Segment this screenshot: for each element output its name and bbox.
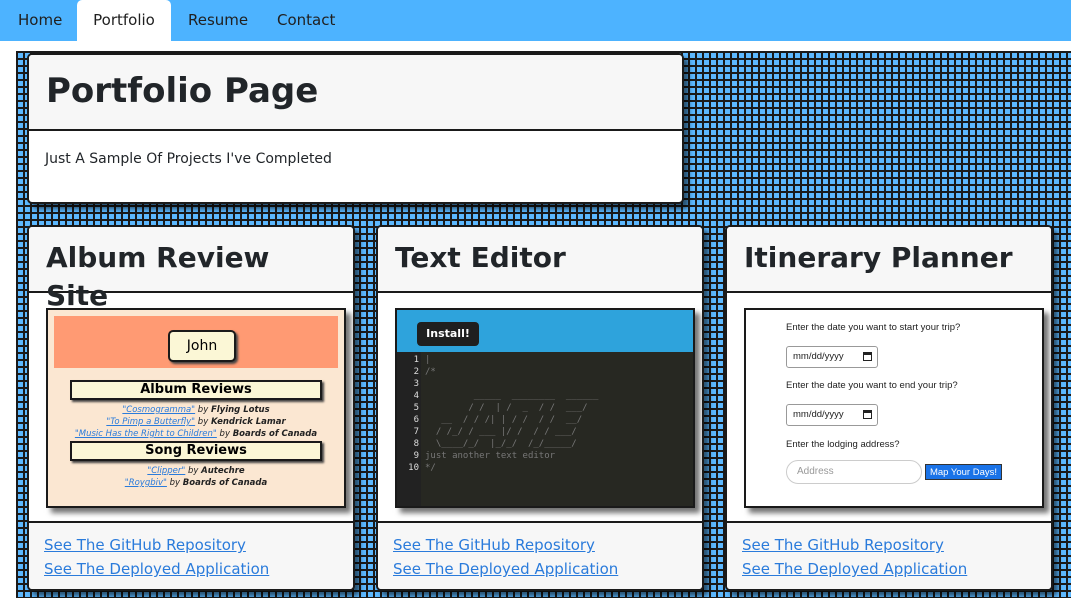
project-title: Album Review Site bbox=[29, 227, 353, 312]
lodging-label: Enter the lodging address? bbox=[786, 439, 900, 450]
github-repo-link[interactable]: See The GitHub Repository bbox=[742, 533, 1036, 557]
album-review-screenshot[interactable]: John Album Reviews "Cosmogramma" by Flyi… bbox=[46, 308, 346, 508]
album-title: "Music Has the Right to Children" bbox=[74, 429, 217, 439]
album-artist: Flying Lotus bbox=[210, 405, 270, 415]
line-number: 9 bbox=[413, 451, 419, 461]
map-your-days-button: Map Your Days! bbox=[925, 464, 1002, 480]
nav-tab-resume[interactable]: Resume bbox=[172, 0, 260, 41]
project-card-text-editor: Text Editor Install! 1 2 3 4 5 6 7 8 9 1… bbox=[376, 225, 704, 591]
install-button: Install! bbox=[417, 322, 479, 346]
line-number: 1 bbox=[413, 355, 419, 365]
page-title: Portfolio Page bbox=[29, 55, 682, 131]
editor-header-bar: Install! bbox=[397, 310, 693, 352]
code-line: just another text editor bbox=[425, 451, 556, 461]
song-reviews-heading: Song Reviews bbox=[70, 441, 322, 461]
album-title: "To Pimp a Butterfly" bbox=[106, 417, 196, 427]
album-artist: Kendrick Lamar bbox=[210, 417, 286, 427]
deployed-app-link[interactable]: See The Deployed Application bbox=[742, 557, 1036, 581]
code-line: __ / / /| | / / / / __/ bbox=[425, 415, 583, 425]
song-artist: Autechre bbox=[201, 466, 245, 476]
line-number: 6 bbox=[413, 415, 419, 425]
album-review-item: "To Pimp a Butterfly" by Kendrick Lamar bbox=[54, 417, 338, 427]
itinerary-planner-screenshot[interactable]: Enter the date you want to start your tr… bbox=[744, 308, 1044, 508]
line-number-gutter: 1 2 3 4 5 6 7 8 9 10 bbox=[397, 352, 421, 506]
line-number: 8 bbox=[413, 439, 419, 449]
line-number: 10 bbox=[408, 463, 419, 473]
line-number: 5 bbox=[413, 403, 419, 413]
deployed-app-link[interactable]: See The Deployed Application bbox=[44, 557, 338, 581]
end-date-field: mm/dd/yyyy bbox=[786, 404, 878, 426]
nav-tab-contact[interactable]: Contact bbox=[261, 0, 349, 41]
song-title: "Roygbiv" bbox=[124, 478, 167, 488]
project-footer: See The GitHub Repository See The Deploy… bbox=[727, 521, 1051, 589]
code-line: \____/_/ |_/_/ /_/_____/ bbox=[425, 439, 577, 449]
project-card-itinerary-planner: Itinerary Planner Enter the date you wan… bbox=[725, 225, 1053, 591]
code-line: */ bbox=[425, 463, 436, 473]
code-line: / /_/ / ___ |/ / / / ___/ bbox=[425, 427, 577, 437]
calendar-icon bbox=[863, 352, 872, 361]
album-reviews-heading: Album Reviews bbox=[70, 380, 322, 400]
code-line: | bbox=[425, 355, 431, 365]
calendar-icon bbox=[863, 410, 872, 419]
project-title: Text Editor bbox=[378, 227, 702, 293]
album-header-bar: John bbox=[54, 316, 338, 368]
album-review-item: "Music Has the Right to Children" by Boa… bbox=[54, 429, 338, 439]
start-date-label: Enter the date you want to start your tr… bbox=[786, 322, 961, 333]
portfolio-header-card: Portfolio Page Just A Sample Of Projects… bbox=[27, 53, 684, 204]
album-review-item: "Cosmogramma" by Flying Lotus bbox=[54, 405, 338, 415]
user-name-box: John bbox=[168, 330, 236, 362]
start-date-value: mm/dd/yyyy bbox=[793, 351, 844, 362]
line-number: 7 bbox=[413, 427, 419, 437]
deployed-app-link[interactable]: See The Deployed Application bbox=[393, 557, 687, 581]
github-repo-link[interactable]: See The GitHub Repository bbox=[44, 533, 338, 557]
line-number: 4 bbox=[413, 391, 419, 401]
code-line: / / | / _ / / ___/ bbox=[425, 403, 588, 413]
nav-tab-home[interactable]: Home bbox=[2, 0, 75, 41]
project-card-album-review: Album Review Site John Album Reviews "Co… bbox=[27, 225, 355, 591]
by-text: by bbox=[216, 429, 233, 439]
code-line: /* bbox=[425, 367, 436, 377]
project-footer: See The GitHub Repository See The Deploy… bbox=[378, 521, 702, 589]
song-review-item: "Roygbiv" by Boards of Canada bbox=[54, 478, 338, 488]
by-text: by bbox=[166, 478, 183, 488]
top-navbar: Home Portfolio Resume Contact bbox=[0, 0, 1071, 41]
song-title: "Clipper" bbox=[147, 466, 186, 476]
address-field: Address bbox=[786, 460, 922, 484]
text-editor-screenshot[interactable]: Install! 1 2 3 4 5 6 7 8 9 10 | /* _____… bbox=[395, 308, 695, 508]
code-line: _____ ________ ______ bbox=[425, 391, 599, 401]
by-text: by bbox=[195, 405, 211, 415]
album-artist: Boards of Canada bbox=[232, 429, 318, 439]
line-number: 3 bbox=[413, 379, 419, 389]
project-title: Itinerary Planner bbox=[727, 227, 1051, 293]
line-number: 2 bbox=[413, 367, 419, 377]
end-date-label: Enter the date you want to end your trip… bbox=[786, 380, 958, 391]
project-footer: See The GitHub Repository See The Deploy… bbox=[29, 521, 353, 589]
by-text: by bbox=[195, 417, 211, 427]
song-artist: Boards of Canada bbox=[182, 478, 268, 488]
end-date-value: mm/dd/yyyy bbox=[793, 409, 844, 420]
nav-tab-portfolio[interactable]: Portfolio bbox=[77, 0, 171, 41]
page-subtitle: Just A Sample Of Projects I've Completed bbox=[45, 151, 332, 167]
album-title: "Cosmogramma" bbox=[122, 405, 196, 415]
github-repo-link[interactable]: See The GitHub Repository bbox=[393, 533, 687, 557]
by-text: by bbox=[185, 466, 202, 476]
song-review-item: "Clipper" by Autechre bbox=[54, 466, 338, 476]
start-date-field: mm/dd/yyyy bbox=[786, 346, 878, 368]
